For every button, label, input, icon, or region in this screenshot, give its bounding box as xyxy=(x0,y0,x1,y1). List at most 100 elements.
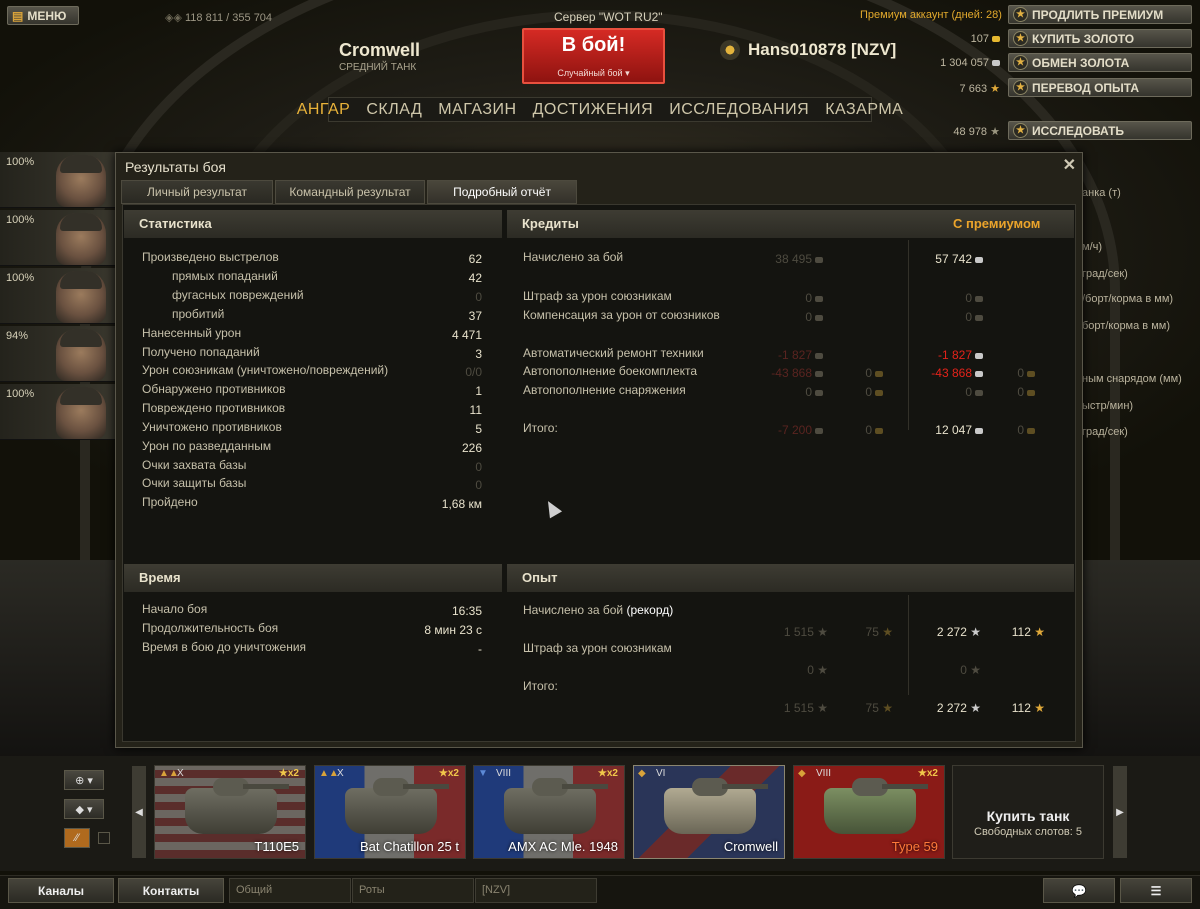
crew-member[interactable]: 100% xyxy=(0,268,115,324)
credit-premium-gold: 0 xyxy=(975,423,1035,437)
vehicle-tile[interactable]: ▲▲ X ★x2 T110E5 xyxy=(154,765,306,859)
nav-research[interactable]: ИССЛЕДОВАНИЯ xyxy=(667,101,811,119)
chat-button[interactable]: 💬 xyxy=(1043,878,1115,903)
vehicle-tile[interactable]: ▼ VIII ★x2 AMX AC Mle. 1948 xyxy=(473,765,625,859)
chevron-down-icon: ▾ xyxy=(625,68,630,78)
chat-bubble-icon: 💬 xyxy=(1071,883,1087,898)
crew-portrait xyxy=(56,329,106,381)
vehicle-tile[interactable]: ◆ VIII ★x2 Type 59 xyxy=(793,765,945,859)
time-header: Время xyxy=(124,564,502,592)
stat-value: 42 xyxy=(468,271,482,285)
nav-hangar[interactable]: АНГАР xyxy=(295,101,353,119)
chat-channel-general[interactable]: Общий xyxy=(229,878,351,903)
credits-icon xyxy=(815,389,823,396)
xp-premium-free: 112 ★ xyxy=(1011,625,1045,639)
tank-image xyxy=(664,778,768,834)
xp-star-icon: ★ xyxy=(990,126,1000,138)
tank-xp-balance: 48 978 ★ xyxy=(953,126,1000,138)
xp-base: 0 ★ xyxy=(807,663,828,677)
gold-icon xyxy=(875,427,883,434)
channels-button[interactable]: Каналы xyxy=(8,878,114,903)
contacts-button[interactable]: Контакты xyxy=(118,878,224,903)
credit-premium-gold: 0 xyxy=(975,366,1035,380)
tab-team[interactable]: Командный результат xyxy=(275,180,425,204)
convert-xp-button[interactable]: ★ ПЕРЕВОД ОПЫТА xyxy=(1008,78,1192,97)
type-filter[interactable]: ◆ ▾ xyxy=(64,799,104,819)
account-level-icon: ◈◈ xyxy=(165,12,182,24)
free-xp-balance: 7 663 ★ xyxy=(959,83,1000,95)
exchange-gold-button[interactable]: ★ ОБМЕН ЗОЛОТА xyxy=(1008,53,1192,72)
stat-label: Нанесенный урон xyxy=(142,326,242,340)
filter-checkbox[interactable] xyxy=(98,832,110,844)
nation-filter[interactable]: ⊕ ▾ xyxy=(64,770,104,790)
credits-icon xyxy=(815,352,823,359)
research-button[interactable]: ★ ИССЛЕДОВАТЬ xyxy=(1008,121,1192,140)
xp-penalty-label: Штраф за урон союзникам xyxy=(523,641,672,655)
battle-button[interactable]: В бой! Случайный бой ▾ xyxy=(522,28,665,84)
crew-member[interactable]: 100% xyxy=(0,152,115,208)
stat-value: 0 xyxy=(475,478,482,492)
stat-label: Урон союзникам (уничтожено/повреждений) xyxy=(142,363,389,377)
server-name: Сервер "WOT RU2" xyxy=(554,10,663,24)
nav-shop[interactable]: МАГАЗИН xyxy=(436,101,518,119)
battle-mode-select[interactable]: Случайный бой ▾ xyxy=(528,68,659,79)
tank-name: Cromwell xyxy=(339,40,421,60)
vehicle-tile[interactable]: ▲▲ X ★x2 Bat Chatillon 25 t xyxy=(314,765,466,859)
scroll-right-button[interactable]: ▶ xyxy=(1113,766,1127,858)
credit-premium: 0 xyxy=(883,310,983,324)
gold-icon xyxy=(1027,389,1035,396)
tab-personal[interactable]: Личный результат xyxy=(121,180,273,204)
crew-member[interactable]: 94% xyxy=(0,326,115,382)
menu-button[interactable]: ▤ МЕНЮ xyxy=(7,6,79,25)
stat-value: 0 xyxy=(475,460,482,474)
nav-depot[interactable]: СКЛАД xyxy=(364,101,424,119)
stat-value: 62 xyxy=(468,252,482,266)
chat-channel-clan[interactable]: [NZV] xyxy=(475,878,597,903)
tier-filter[interactable]: ⁄⁄ xyxy=(64,828,90,848)
credit-premium: 57 742 xyxy=(883,252,983,266)
stat-label: пробитий xyxy=(172,307,225,321)
vehicle-param: град/сек) xyxy=(1082,268,1128,280)
gold-icon xyxy=(875,370,883,377)
crew-member[interactable]: 100% xyxy=(0,384,115,440)
credit-label: Автопополнение снаряжения xyxy=(523,383,686,397)
vehicle-param: ным снарядом (мм) xyxy=(1082,373,1182,385)
medium-tank-icon: ▲▲ xyxy=(319,768,339,779)
xp-star-icon: ★ xyxy=(970,663,981,677)
xp-star-icon: ★ xyxy=(970,701,981,715)
chat-channel-companies[interactable]: Роты xyxy=(352,878,474,903)
buy-tank-title: Купить танк xyxy=(986,808,1070,824)
nav-achievements[interactable]: ДОСТИЖЕНИЯ xyxy=(531,101,656,119)
crew-member[interactable]: 100% xyxy=(0,210,115,266)
star-icon: ★ xyxy=(1013,55,1028,70)
close-icon[interactable]: ✕ xyxy=(1063,155,1076,175)
clan-emblem-icon xyxy=(720,40,740,60)
vehicle-tile-selected[interactable]: ◆ VI Cromwell xyxy=(633,765,785,859)
credit-base: 38 495 xyxy=(723,252,823,266)
scroll-left-button[interactable]: ◀ xyxy=(132,766,146,858)
stat-value: 3 xyxy=(475,347,482,361)
stat-value: 4 471 xyxy=(451,328,482,342)
player-info: Hans010878 [NZV] xyxy=(720,40,896,60)
tab-detailed[interactable]: Подробный отчёт xyxy=(427,180,577,204)
column-divider xyxy=(908,595,909,695)
vehicle-name: T110E5 xyxy=(254,839,299,854)
xp-star-icon: ★ xyxy=(817,663,828,677)
buy-gold-button[interactable]: ★ КУПИТЬ ЗОЛОТО xyxy=(1008,29,1192,48)
premium-account: Премиум аккаунт (дней: 28) xyxy=(860,9,1002,21)
buy-tank-tile[interactable]: Купить танк Свободных слотов: 5 xyxy=(952,765,1104,859)
credits-icon xyxy=(815,370,823,377)
nav-barracks[interactable]: КАЗАРМА xyxy=(823,101,905,119)
credit-premium: -1 827 xyxy=(883,348,983,362)
player-name: Hans010878 [NZV] xyxy=(748,40,897,59)
stat-value: 5 xyxy=(475,422,482,436)
notifications-button[interactable]: ☰ xyxy=(1120,878,1192,903)
vehicle-param: ыстр/мин) xyxy=(1082,400,1134,412)
extend-premium-button[interactable]: ★ ПРОДЛИТЬ ПРЕМИУМ xyxy=(1008,5,1192,24)
star-icon: ★ xyxy=(1013,80,1028,95)
credit-base-gold: 0 xyxy=(823,423,883,437)
main-nav: АНГАР СКЛАД МАГАЗИН ДОСТИЖЕНИЯ ИССЛЕДОВА… xyxy=(297,97,903,122)
stat-label: Очки защиты базы xyxy=(142,476,247,490)
vehicle-name: Cromwell xyxy=(723,839,778,854)
credit-base: -43 868 xyxy=(723,366,823,380)
